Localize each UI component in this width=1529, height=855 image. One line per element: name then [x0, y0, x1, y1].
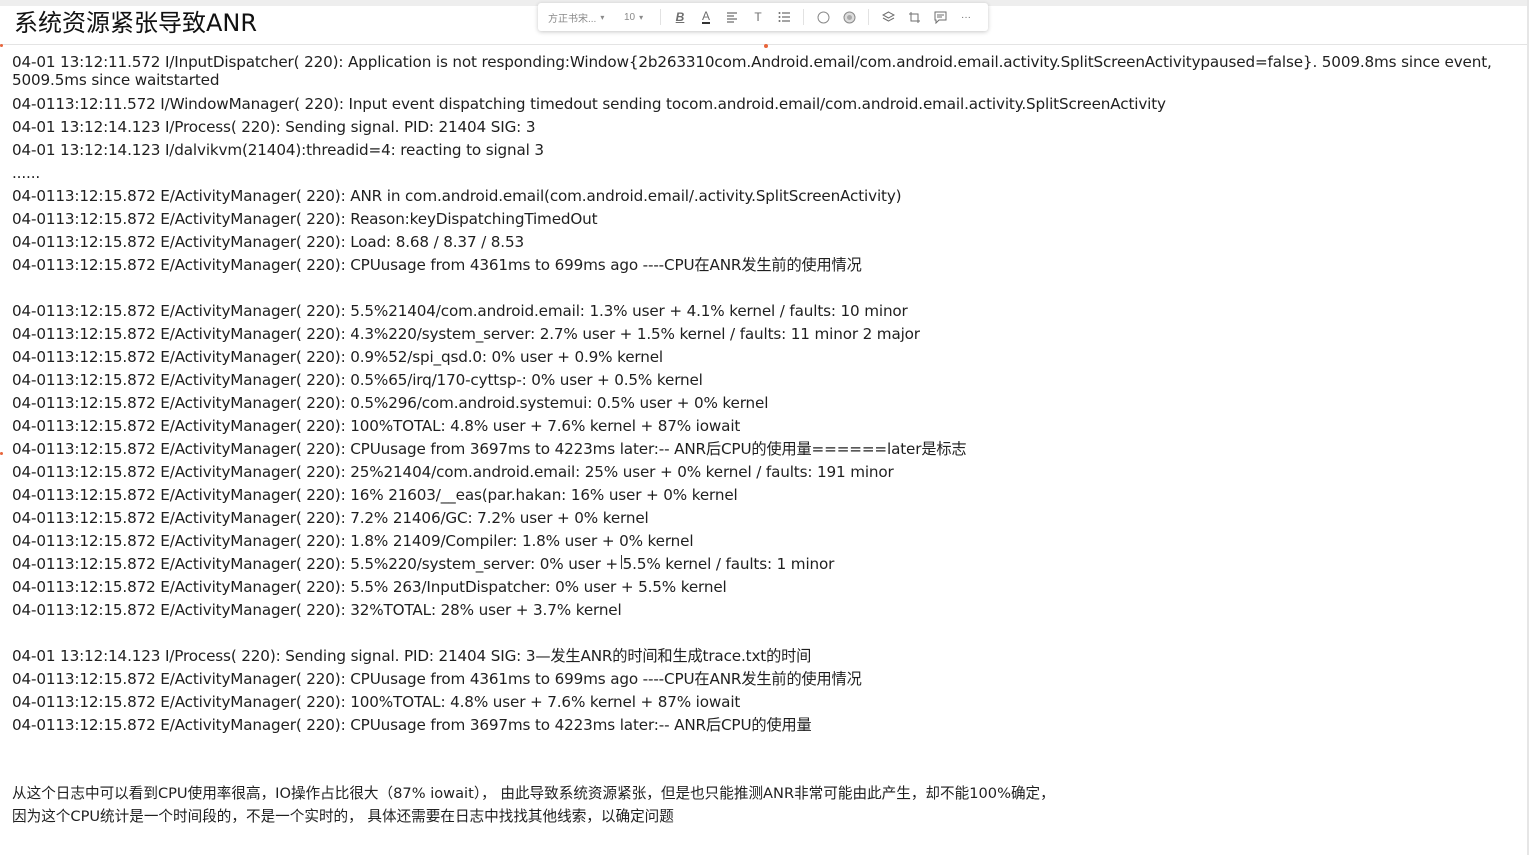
circle-icon	[817, 11, 829, 23]
log-line: 04-01 13:12:11.572 I/InputDispatcher( 22…	[12, 53, 1492, 89]
align-button[interactable]	[721, 6, 743, 28]
log-line: 04-0113:12:15.872 E/ActivityManager( 220…	[12, 302, 908, 320]
text-style-button[interactable]: T	[747, 6, 769, 28]
log-line: 04-0113:12:15.872 E/ActivityManager( 220…	[12, 233, 524, 251]
log-line: 04-0113:12:15.872 E/ActivityManager( 220…	[12, 532, 694, 550]
list-button[interactable]	[773, 6, 795, 28]
text-color-button[interactable]: A	[695, 6, 717, 28]
font-size-value: 10	[624, 11, 636, 23]
log-line: 04-0113:12:15.872 E/ActivityManager( 220…	[12, 463, 894, 481]
log-line: 04-0113:12:11.572 I/WindowManager( 220):…	[12, 95, 1166, 113]
log-line: 04-0113:12:15.872 E/ActivityManager( 220…	[12, 486, 738, 504]
font-family-value: 方正书宋...	[548, 13, 597, 25]
toolbar-separator	[803, 9, 804, 25]
log-line: 04-0113:12:15.872 E/ActivityManager( 220…	[12, 601, 622, 619]
log-line: ......	[12, 164, 41, 182]
summary-note: 因为这个CPU统计是一个时间段的，不是一个实时的， 具体还需要在日志中找找其他线…	[12, 808, 674, 825]
log-line: 04-0113:12:15.872 E/ActivityManager( 220…	[12, 210, 598, 228]
log-line: 04-01 13:12:14.123 I/Process( 220): Send…	[12, 118, 536, 136]
log-line: 04-0113:12:15.872 E/ActivityManager( 220…	[12, 509, 649, 527]
bold-button[interactable]: B	[669, 6, 691, 28]
comment-icon	[934, 11, 946, 24]
log-line: 04-01 13:12:14.123 I/dalvikvm(21404):thr…	[12, 141, 544, 159]
log-line: 04-0113:12:15.872 E/ActivityManager( 220…	[12, 371, 703, 389]
text-style-icon: T	[754, 10, 762, 24]
edge-marker-icon	[0, 452, 3, 455]
chevron-down-icon: ▾	[639, 12, 644, 22]
log-line: 04-0113:12:15.872 E/ActivityManager( 220…	[12, 716, 812, 734]
log-line: 04-0113:12:15.872 E/ActivityManager( 220…	[12, 325, 920, 343]
bold-icon: B	[675, 10, 685, 24]
log-line: 04-0113:12:15.872 E/ActivityManager( 220…	[12, 555, 835, 573]
font-family-dropdown[interactable]: 方正书宋... ▾	[548, 10, 612, 25]
log-line: 04-0113:12:15.872 E/ActivityManager( 220…	[12, 440, 967, 458]
edge-marker-icon	[0, 44, 3, 47]
log-line: 04-0113:12:15.872 E/ActivityManager( 220…	[12, 348, 664, 366]
cursor-marker-icon	[764, 44, 768, 48]
format-toolbar: 方正书宋... ▾ 10 ▾ B A T ···	[538, 3, 988, 31]
font-size-dropdown[interactable]: 10 ▾	[624, 12, 654, 23]
log-line: 04-0113:12:15.872 E/ActivityManager( 220…	[12, 394, 769, 412]
more-button[interactable]: ···	[955, 6, 977, 28]
log-line: 04-0113:12:15.872 E/ActivityManager( 220…	[12, 256, 862, 274]
text-cursor-icon	[621, 555, 622, 569]
chevron-down-icon: ▾	[600, 12, 605, 22]
toolbar-separator	[868, 9, 869, 25]
text-color-icon: A	[701, 9, 710, 24]
toolbar-separator	[660, 9, 661, 25]
fill-icon	[843, 11, 855, 23]
summary-note: 从这个日志中可以看到CPU使用率很高，IO操作占比很大（87% iowait），…	[12, 785, 1055, 802]
log-line: 04-0113:12:15.872 E/ActivityManager( 220…	[12, 417, 741, 435]
page-title: 系统资源紧张导致ANR	[14, 9, 258, 37]
list-icon	[778, 12, 790, 22]
shape-button[interactable]	[812, 6, 834, 28]
layers-button[interactable]	[877, 6, 899, 28]
log-line: 04-01 13:12:14.123 I/Process( 220): Send…	[12, 647, 812, 665]
fill-button[interactable]	[838, 6, 860, 28]
comment-button[interactable]	[929, 6, 951, 28]
crop-icon	[908, 11, 920, 23]
crop-button[interactable]	[903, 6, 925, 28]
log-line: 04-0113:12:15.872 E/ActivityManager( 220…	[12, 187, 902, 205]
log-line: 04-0113:12:15.872 E/ActivityManager( 220…	[12, 693, 741, 711]
layers-icon	[881, 10, 895, 22]
align-icon	[727, 12, 737, 23]
log-line: 04-0113:12:15.872 E/ActivityManager( 220…	[12, 670, 862, 688]
log-line: 04-0113:12:15.872 E/ActivityManager( 220…	[12, 578, 727, 596]
more-icon: ···	[961, 11, 971, 23]
